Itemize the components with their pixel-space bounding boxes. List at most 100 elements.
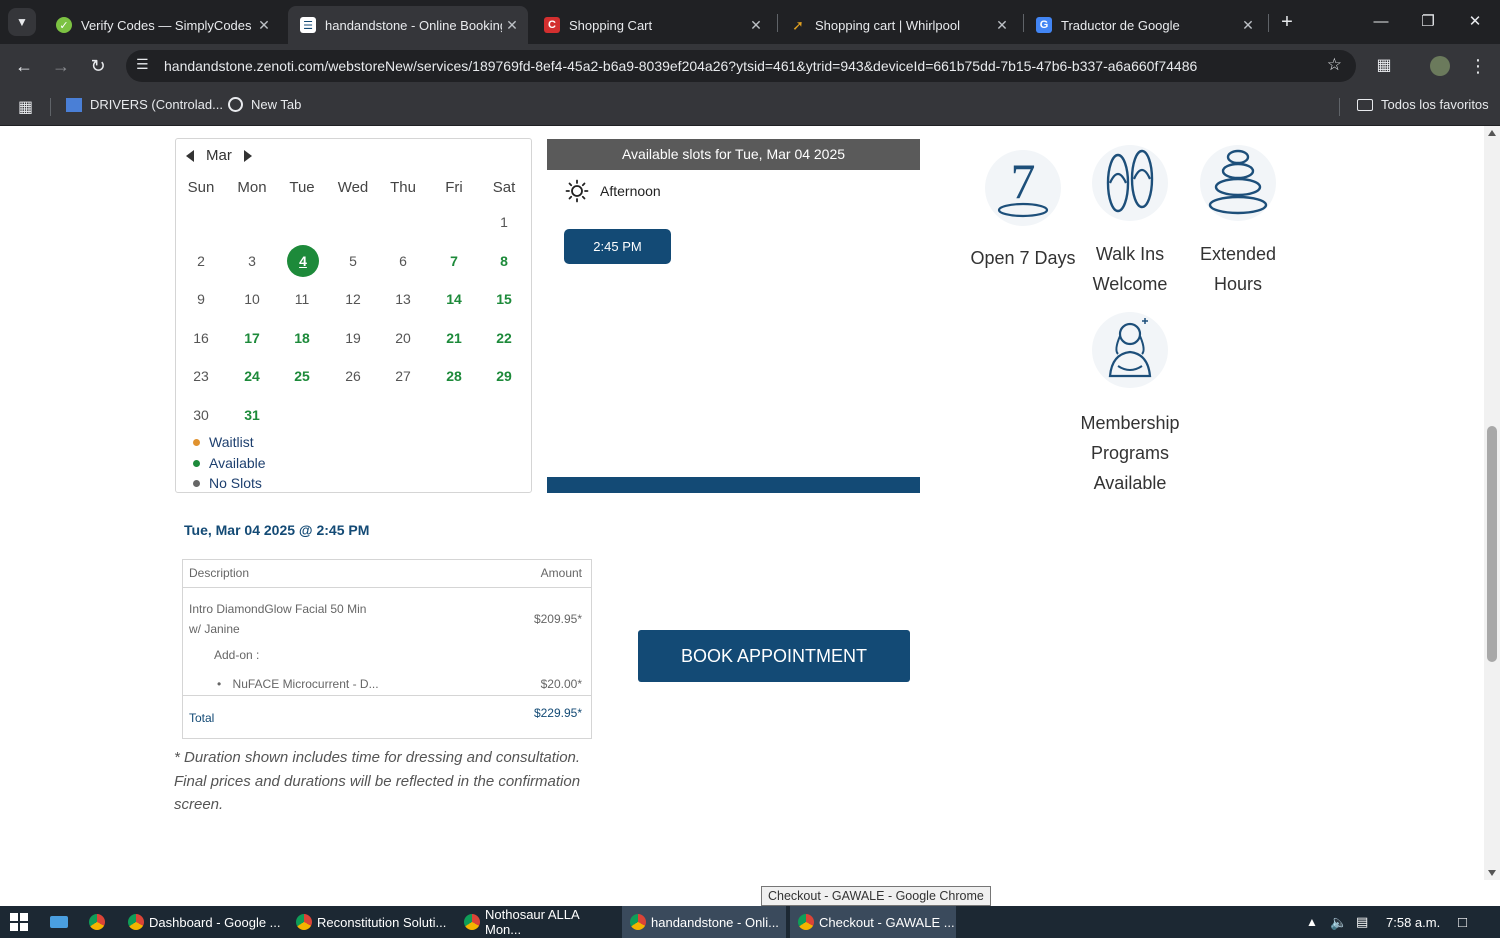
next-month-icon[interactable] bbox=[243, 149, 252, 162]
calendar-day-available[interactable]: 18 bbox=[284, 323, 320, 353]
apps-grid-icon[interactable]: ▦ bbox=[18, 97, 33, 117]
bookmark-divider bbox=[50, 98, 51, 116]
all-bookmarks-folder[interactable]: Todos los favoritos bbox=[1357, 97, 1489, 112]
minimize-button[interactable]: — bbox=[1358, 8, 1404, 36]
profile-avatar[interactable] bbox=[1430, 56, 1450, 76]
calendar-day-available[interactable]: 15 bbox=[486, 284, 522, 314]
back-button[interactable]: ← bbox=[10, 52, 38, 80]
taskbar-item-checkout[interactable]: Checkout - GAWALE ... bbox=[790, 906, 956, 938]
file-explorer-icon[interactable] bbox=[50, 906, 68, 938]
calendar-day-available[interactable]: 21 bbox=[436, 323, 472, 353]
address-bar[interactable]: ☰ handandstone.zenoti.com/webstoreNew/se… bbox=[126, 50, 1356, 82]
extensions-icon[interactable]: ▦ bbox=[1370, 52, 1398, 80]
folder-icon bbox=[1357, 98, 1373, 111]
calendar-day-available[interactable]: 14 bbox=[436, 284, 472, 314]
spa-woman-icon bbox=[1092, 312, 1168, 388]
calendar-month-nav: Mar bbox=[186, 147, 252, 164]
service-provider: w/ Janine bbox=[189, 622, 240, 636]
booking-page: Mar Sun Mon Tue Wed Thu Fri Sat 1 2 3 4 … bbox=[0, 126, 1484, 880]
prev-month-icon[interactable] bbox=[186, 149, 194, 162]
bookmark-label: New Tab bbox=[251, 97, 302, 112]
feature-label: Walk Ins Welcome bbox=[1092, 244, 1168, 294]
bookmark-new-tab[interactable]: New Tab bbox=[228, 97, 301, 112]
clock[interactable]: 7:58 a.m. bbox=[1386, 906, 1440, 938]
svg-text:7: 7 bbox=[1011, 153, 1036, 209]
restore-button[interactable]: ❐ bbox=[1405, 8, 1451, 36]
close-tab-icon[interactable]: ✕ bbox=[502, 17, 522, 34]
calendar-day: 9 bbox=[197, 291, 205, 307]
drivers-icon bbox=[66, 97, 82, 112]
calendar-day: 30 bbox=[193, 407, 209, 423]
available-dot-icon bbox=[193, 459, 200, 467]
calendar-day-available[interactable]: 28 bbox=[436, 361, 472, 391]
chrome-pinned-icon[interactable] bbox=[89, 906, 110, 938]
url-text[interactable]: handandstone.zenoti.com/webstoreNew/serv… bbox=[164, 58, 1197, 74]
calendar-day: 12 bbox=[345, 291, 361, 307]
calendar-day-selected[interactable]: 4 bbox=[287, 245, 319, 277]
calendar-day: 13 bbox=[395, 291, 411, 307]
taskbar-item-nothosaur[interactable]: Nothosaur ALLA Mon... bbox=[458, 906, 618, 938]
book-appointment-button[interactable]: BOOK APPOINTMENT bbox=[638, 630, 910, 682]
date-picker-calendar: Mar Sun Mon Tue Wed Thu Fri Sat 1 2 3 4 … bbox=[175, 138, 532, 493]
booking-summary-title: Tue, Mar 04 2025 @ 2:45 PM bbox=[184, 522, 370, 538]
calendar-day-available[interactable]: 8 bbox=[486, 246, 522, 276]
stacked-stones-icon bbox=[1200, 145, 1276, 221]
start-button[interactable] bbox=[10, 906, 30, 938]
total-label: Total bbox=[189, 711, 215, 725]
network-icon[interactable]: ▤ bbox=[1356, 906, 1368, 938]
calendar-month-label: Mar bbox=[206, 147, 232, 164]
close-tab-icon[interactable]: ✕ bbox=[992, 17, 1012, 34]
time-slot-button[interactable]: 2:45 PM bbox=[564, 229, 671, 264]
menu-kebab-icon[interactable]: ⋮ bbox=[1464, 52, 1492, 80]
scroll-up-icon[interactable] bbox=[1488, 130, 1496, 136]
tab-google-translate[interactable]: G Traductor de Google ✕ bbox=[1024, 6, 1264, 44]
no-slots-dot-icon bbox=[193, 479, 200, 487]
close-tab-icon[interactable]: ✕ bbox=[254, 17, 274, 34]
calendar-day: 26 bbox=[345, 368, 361, 384]
bookmark-star-icon[interactable]: ☆ bbox=[1327, 55, 1342, 75]
reload-button[interactable]: ↻ bbox=[84, 52, 112, 80]
calendar-day-available[interactable]: 7 bbox=[436, 246, 472, 276]
bookmark-label: Todos los favoritos bbox=[1381, 97, 1489, 112]
forward-button[interactable]: → bbox=[47, 52, 75, 80]
column-header-amount: Amount bbox=[540, 566, 582, 580]
afternoon-section-label: Afternoon bbox=[565, 179, 661, 203]
legend-label: Available bbox=[209, 455, 266, 471]
site-info-icon[interactable]: ☰ bbox=[136, 56, 149, 73]
bookmark-label: DRIVERS (Controlad... bbox=[90, 97, 223, 112]
new-tab-button[interactable]: + bbox=[1273, 8, 1301, 36]
calendar-day: 2 bbox=[197, 253, 205, 269]
tab-search-button[interactable]: ▼ bbox=[8, 8, 36, 36]
calendar-day: 27 bbox=[395, 368, 411, 384]
calendar-day: 23 bbox=[193, 368, 209, 384]
close-tab-icon[interactable]: ✕ bbox=[746, 17, 766, 34]
legend-label: No Slots bbox=[209, 475, 262, 491]
taskbar-item-dashboard[interactable]: Dashboard - Google ... bbox=[122, 906, 282, 938]
scroll-down-icon[interactable] bbox=[1488, 870, 1496, 876]
scrollbar-thumb[interactable] bbox=[1487, 426, 1497, 662]
notification-icon[interactable]: □ bbox=[1458, 906, 1467, 938]
calendar-day-available[interactable]: 31 bbox=[234, 400, 270, 430]
tab-title: Shopping Cart bbox=[569, 17, 653, 33]
bookmark-drivers[interactable]: DRIVERS (Controlad... bbox=[66, 97, 223, 112]
tab-verify-codes[interactable]: ✓ Verify Codes — SimplyCodes ✕ bbox=[44, 6, 280, 44]
taskbar-item-reconstitution[interactable]: Reconstitution Soluti... bbox=[290, 906, 450, 938]
taskbar-item-handandstone[interactable]: handandstone - Onli... bbox=[622, 906, 786, 938]
calendar-day-available[interactable]: 25 bbox=[284, 361, 320, 391]
tray-chevron-icon[interactable]: ▲ bbox=[1306, 906, 1318, 938]
calendar-day-available[interactable]: 22 bbox=[486, 323, 522, 353]
windows-logo-icon bbox=[10, 913, 28, 931]
calendar-day-available[interactable]: 17 bbox=[234, 323, 270, 353]
sun-icon bbox=[565, 179, 589, 203]
calendar-day: 3 bbox=[248, 253, 256, 269]
calendar-day-available[interactable]: 29 bbox=[486, 361, 522, 391]
tab-whirlpool[interactable]: ➚ Shopping cart | Whirlpool ✕ bbox=[778, 6, 1018, 44]
close-window-button[interactable]: ✕ bbox=[1452, 8, 1498, 36]
calendar-day-available[interactable]: 24 bbox=[234, 361, 270, 391]
tab-shopping-cart[interactable]: C Shopping Cart ✕ bbox=[532, 6, 772, 44]
page-scrollbar[interactable] bbox=[1484, 126, 1500, 880]
calendar-day: 11 bbox=[294, 291, 310, 307]
close-tab-icon[interactable]: ✕ bbox=[1238, 17, 1258, 34]
speaker-icon[interactable]: 🔈 bbox=[1330, 906, 1347, 938]
tab-handandstone[interactable]: ☰ handandstone - Online Booking ✕ bbox=[288, 6, 528, 44]
